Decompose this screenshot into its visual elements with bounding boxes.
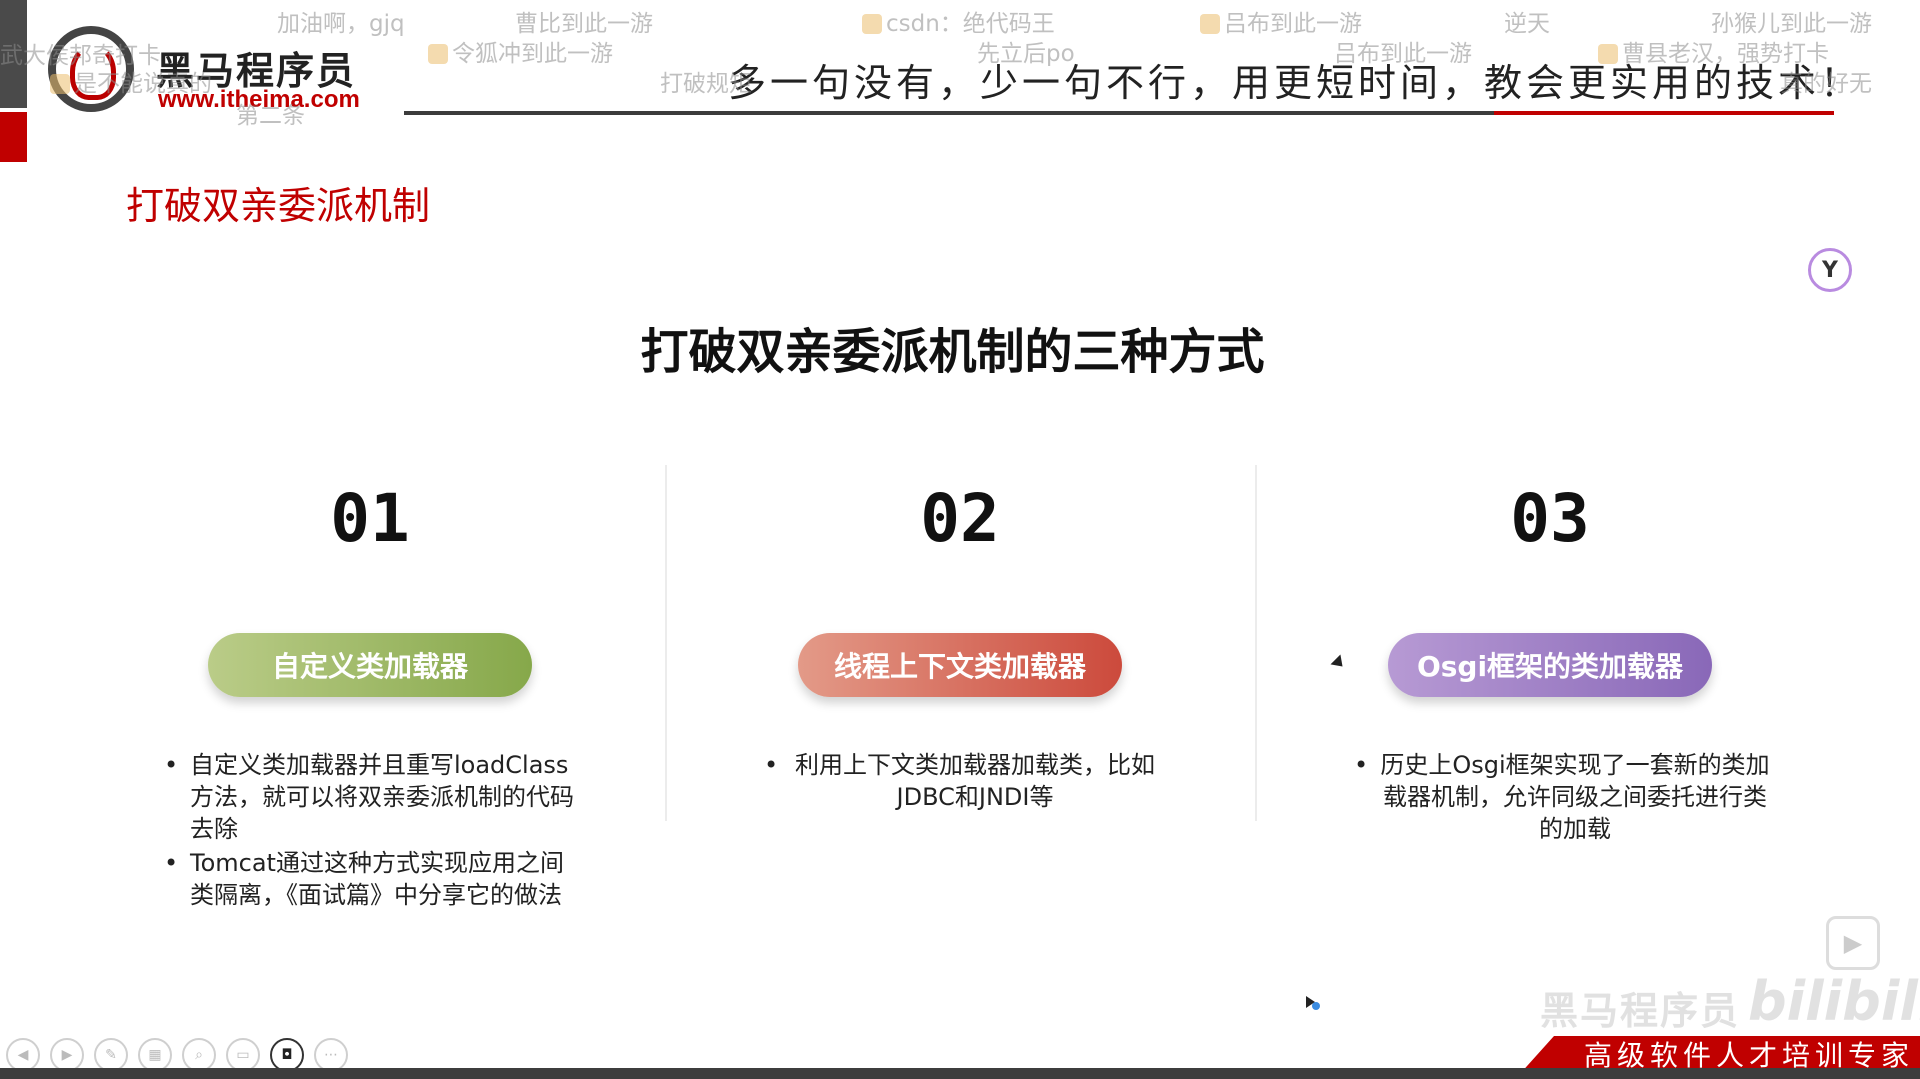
- danmaku-comment: 吕布到此一游: [1334, 41, 1472, 67]
- danmaku-comment: csdn：绝代码王: [862, 4, 1055, 38]
- laser-pointer-icon: [1306, 996, 1320, 1010]
- method-number: 01: [330, 480, 410, 557]
- left-strip-red: [0, 112, 27, 162]
- danmaku-comment: 打破规矩: [660, 71, 752, 97]
- method-number: 03: [1510, 480, 1590, 557]
- danmaku-comment: 曹比到此一游: [515, 11, 653, 37]
- presentation-controls: ◀ ▶ ✎ ▦ ⌕ ▭ ◘ ⋯: [6, 1038, 348, 1072]
- bilibili-watermark: bilibili: [1748, 970, 1920, 1033]
- bullet-item: 历史上Osgi框架实现了一套新的类加载器机制，允许同级之间委托进行类的加载: [1350, 749, 1770, 845]
- thumbs-up-icon: [428, 44, 448, 64]
- section-title: 打破双亲委派机制: [126, 184, 431, 228]
- method-column-1: 01 自定义类加载器 自定义类加载器并且重写loadClass方法，就可以将双亲…: [90, 480, 650, 913]
- slide-main-title: 打破双亲委派机制的三种方式: [640, 324, 1265, 380]
- pen-icon[interactable]: ✎: [94, 1038, 128, 1072]
- danmaku-comment: 第二条: [236, 103, 305, 129]
- prev-icon[interactable]: ◀: [6, 1038, 40, 1072]
- camera-icon[interactable]: ◘: [270, 1038, 304, 1072]
- thumbs-up-icon: [50, 74, 70, 94]
- thumbs-up-icon: [1200, 14, 1220, 34]
- bullet-item: Tomcat通过这种方式实现应用之间类隔离，《面试篇》中分享它的做法: [160, 847, 580, 911]
- column-divider: [665, 465, 667, 821]
- method-number: 02: [920, 480, 1000, 557]
- method-column-3: 03 Osgi框架的类加载器 历史上Osgi框架实现了一套新的类加载器机制，允许…: [1270, 480, 1830, 847]
- thumbs-up-icon: [1598, 44, 1618, 64]
- danmaku-comment: 先立后po: [977, 41, 1075, 67]
- more-icon[interactable]: ⋯: [314, 1038, 348, 1072]
- danmaku-comment: 孙猴儿到此一游: [1711, 11, 1872, 37]
- danmaku-comment: 吕布到此一游: [1200, 4, 1362, 38]
- column-divider: [1255, 465, 1257, 821]
- header-rule-red: [1494, 111, 1834, 115]
- header-rule-dark: [404, 111, 1494, 115]
- danmaku-comment: 是不能说真的: [50, 64, 212, 98]
- danmaku-comment: 曹县老汉，强势打卡: [1598, 34, 1829, 68]
- method-bullets: 利用上下文类加载器加载类，比如JDBC和JNDI等: [760, 749, 1160, 813]
- zoom-icon[interactable]: ⌕: [182, 1038, 216, 1072]
- play-icon[interactable]: ▶: [1826, 916, 1880, 970]
- danmaku-comment: 加油啊，gjq: [277, 11, 405, 37]
- subtitle-icon[interactable]: ▭: [226, 1038, 260, 1072]
- bullet-item: 自定义类加载器并且重写loadClass方法，就可以将双亲委派机制的代码去除: [160, 749, 580, 845]
- assistant-badge-icon[interactable]: Y: [1808, 248, 1852, 292]
- slides-icon[interactable]: ▦: [138, 1038, 172, 1072]
- method-column-2: 02 线程上下文类加载器 利用上下文类加载器加载类，比如JDBC和JNDI等: [680, 480, 1240, 815]
- method-bullets: 自定义类加载器并且重写loadClass方法，就可以将双亲委派机制的代码去除 T…: [160, 749, 580, 911]
- thumbs-up-icon: [862, 14, 882, 34]
- watermark-text: 黑马程序员: [1540, 989, 1741, 1033]
- method-pill: 自定义类加载器: [208, 633, 532, 697]
- danmaku-comment: 令狐冲到此一游: [428, 34, 613, 68]
- bottom-bar: [0, 1068, 1920, 1079]
- next-icon[interactable]: ▶: [50, 1038, 84, 1072]
- danmaku-comment: 真的好无: [1780, 71, 1872, 97]
- method-pill: 线程上下文类加载器: [798, 633, 1122, 697]
- method-pill: Osgi框架的类加载器: [1388, 633, 1712, 697]
- bullet-item: 利用上下文类加载器加载类，比如JDBC和JNDI等: [760, 749, 1160, 813]
- danmaku-comment: 逆天: [1504, 11, 1550, 37]
- method-bullets: 历史上Osgi框架实现了一套新的类加载器机制，允许同级之间委托进行类的加载: [1350, 749, 1770, 845]
